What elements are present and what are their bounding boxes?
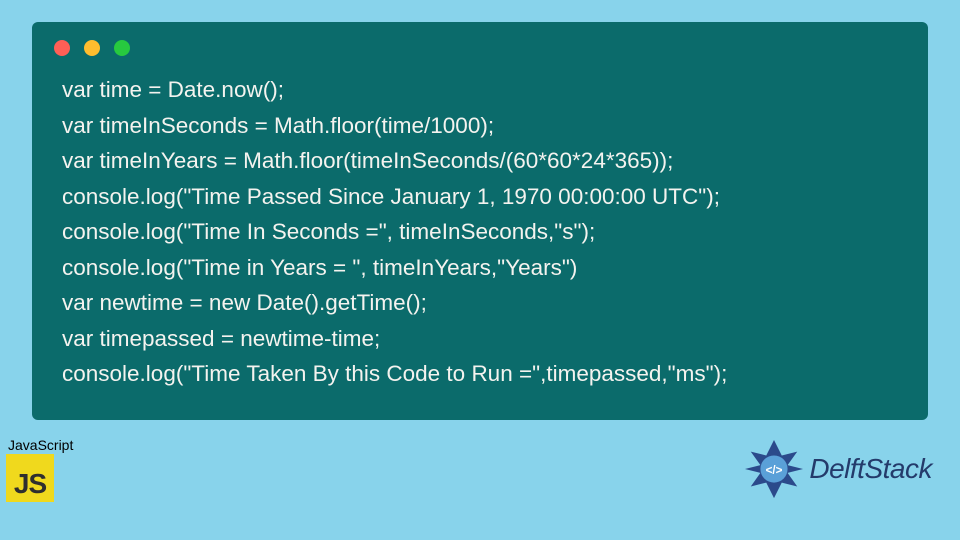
javascript-logo-icon: JS [6,454,54,502]
delftstack-logo-icon: </> [743,438,805,500]
delftstack-badge: </> DelftStack [743,438,932,500]
svg-text:</>: </> [766,464,783,477]
window-close-icon [54,40,70,56]
window-maximize-icon [114,40,130,56]
javascript-label: JavaScript [6,437,73,453]
javascript-logo-text: JS [14,468,46,500]
delftstack-text: DelftStack [809,453,932,485]
javascript-badge: JavaScript JS [6,437,73,502]
window-minimize-icon [84,40,100,56]
code-block: var time = Date.now(); var timeInSeconds… [32,66,928,396]
code-window: var time = Date.now(); var timeInSeconds… [32,22,928,420]
window-controls [32,22,928,66]
